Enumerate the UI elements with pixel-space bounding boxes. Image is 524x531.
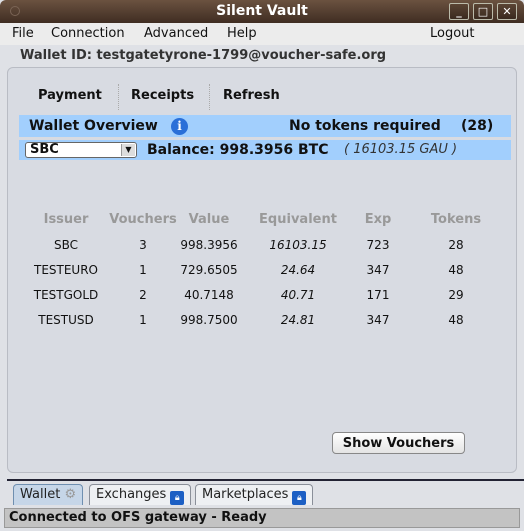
title-bar: Silent Vault _ □ ✕ [0,0,524,23]
tab-wallet[interactable]: Wallet ⚙ [13,484,84,505]
tab-exchanges[interactable]: Exchanges 🔒︎ [89,484,192,505]
cell-value: 998.3956 [180,238,238,252]
tab-label: Exchanges [96,487,167,502]
cell-issuer: TESTGOLD [33,288,99,302]
column-header-value: Value [188,212,230,227]
balance-bar: SBC ▼ Balance: 998.3956 BTC ( 16103.15 GA… [19,140,511,160]
column-header-tokens: Tokens [430,212,482,227]
menu-file[interactable]: File [12,26,34,41]
menu-connection[interactable]: Connection [51,26,125,41]
cell-tokens: 29 [448,288,464,302]
cell-exp: 171 [366,288,390,302]
window-title: Silent Vault [216,3,308,19]
cell-exp: 347 [366,263,390,277]
cell-value: 729.6505 [180,263,238,277]
cell-vouchers: 1 [139,263,147,277]
column-header-vouchers: Vouchers [109,212,177,227]
toolbar-separator [118,84,119,110]
overview-title: Wallet Overview [29,118,158,134]
issuer-select[interactable]: SBC ▼ [25,142,137,158]
tab-label: Wallet [20,487,61,502]
lock-icon: 🔒︎ [292,491,307,505]
cell-value: 40.7148 [184,288,234,302]
cell-tokens: 48 [448,263,464,277]
cell-issuer: SBC [53,238,79,252]
close-button[interactable]: ✕ [497,3,517,20]
wallet-overview-bar: Wallet Overview i No tokens required (28… [19,115,511,137]
cell-vouchers: 2 [139,288,147,302]
column-header-issuer: Issuer [43,212,89,227]
show-vouchers-button[interactable]: Show Vouchers [332,432,465,454]
cell-tokens: 28 [448,238,464,252]
tab-label: Marketplaces [202,487,289,502]
cell-vouchers: 3 [139,238,147,252]
maximize-button[interactable]: □ [473,3,493,20]
info-icon[interactable]: i [171,118,188,135]
cell-issuer: TESTEURO [33,263,99,277]
cell-equivalent: 24.64 [280,263,316,277]
cell-equivalent: 16103.15 [269,238,327,252]
cell-tokens: 48 [448,313,464,327]
refresh-button[interactable]: Refresh [223,88,280,103]
payment-button[interactable]: Payment [38,88,102,103]
tab-marketplaces[interactable]: Marketplaces 🔒︎ [195,484,314,505]
cell-vouchers: 1 [139,313,147,327]
logout-button[interactable]: Logout [430,26,475,41]
menu-help[interactable]: Help [227,26,257,41]
cell-exp: 723 [366,238,390,252]
cell-issuer: TESTUSD [38,313,94,327]
divider [7,479,524,481]
cell-equivalent: 40.71 [280,288,316,302]
toolbar-separator [209,84,210,110]
cell-value: 998.7500 [180,313,238,327]
column-header-exp: Exp [364,212,392,227]
cell-equivalent: 24.81 [280,313,316,327]
chevron-down-icon[interactable]: ▼ [121,144,135,156]
cell-exp: 347 [366,313,390,327]
lock-icon: 🔒︎ [170,491,185,505]
network-icon: ⚙ [64,487,77,502]
wallet-id-label: Wallet ID: testgatetyrone-1799@voucher-s… [20,48,387,63]
balance-label: Balance: 998.3956 BTC [147,142,329,158]
menu-advanced[interactable]: Advanced [144,26,208,41]
token-count: (28) [461,118,494,134]
minimize-button[interactable]: _ [449,3,469,20]
issuer-select-value: SBC [30,142,59,157]
column-header-equivalent: Equivalent [259,212,337,227]
window-menu-icon[interactable] [10,6,20,16]
status-bar: Connected to OFS gateway - Ready [4,508,520,528]
menu-bar: File Connection Advanced Help Logout [0,23,524,45]
receipts-button[interactable]: Receipts [131,88,194,103]
tokens-status: No tokens required [289,118,441,134]
balance-equivalent: ( 16103.15 GAU ) [344,142,458,157]
wallet-panel: Payment Receipts Refresh Wallet Overview… [7,67,517,473]
